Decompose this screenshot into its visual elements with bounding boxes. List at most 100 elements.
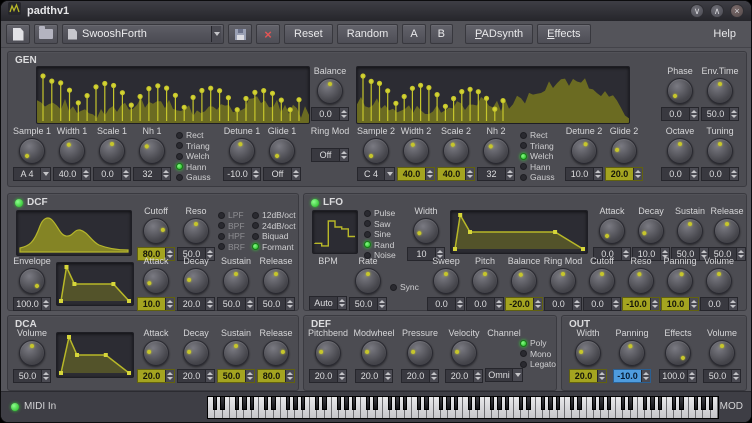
spin-arrows-icon[interactable] xyxy=(650,298,659,310)
spin-arrows-icon[interactable] xyxy=(205,370,214,382)
piano-black-key[interactable] xyxy=(658,397,662,410)
value-spinbox[interactable]: 0.0 xyxy=(311,107,349,121)
piano-black-key[interactable] xyxy=(519,397,523,410)
delete-preset-button[interactable]: × xyxy=(256,24,280,44)
spin-arrows-icon[interactable] xyxy=(41,370,50,382)
spin-arrows-icon[interactable] xyxy=(165,370,174,382)
knob-dial[interactable] xyxy=(315,340,341,366)
piano-black-key[interactable] xyxy=(322,397,326,410)
spin-arrows-icon[interactable] xyxy=(455,298,464,310)
piano-black-key[interactable] xyxy=(679,397,683,410)
value-spinbox[interactable]: 50.0 xyxy=(257,297,295,311)
knob-dial[interactable] xyxy=(443,138,469,164)
value-spinbox[interactable]: 50.0 xyxy=(13,369,51,383)
value-spinbox[interactable]: 0.0 xyxy=(544,297,582,311)
knob-dial[interactable] xyxy=(363,138,389,164)
spin-arrows-icon[interactable] xyxy=(337,297,346,309)
random-button[interactable]: Random xyxy=(337,24,399,44)
spin-arrows-icon[interactable] xyxy=(161,168,170,180)
piano-black-key[interactable] xyxy=(373,397,377,410)
value-spinbox[interactable]: 10.0 xyxy=(137,297,175,311)
save-preset-button[interactable] xyxy=(228,24,252,44)
value-spinbox[interactable]: 0.0 xyxy=(583,297,621,311)
knob-dial[interactable] xyxy=(619,340,645,366)
piano-black-key[interactable] xyxy=(701,397,705,410)
value-spinbox[interactable]: Auto xyxy=(309,296,347,310)
reset-button[interactable]: Reset xyxy=(284,24,333,44)
radio-sine[interactable]: Sine xyxy=(364,229,396,240)
value-spinbox[interactable]: 20.0 xyxy=(137,369,175,383)
new-preset-button[interactable] xyxy=(6,24,30,44)
knob-dial[interactable] xyxy=(571,138,597,164)
knob-dial[interactable] xyxy=(714,218,740,244)
piano-black-key[interactable] xyxy=(454,397,458,410)
knob-dial[interactable] xyxy=(665,340,691,366)
radio-12db-oct[interactable]: 12dB/oct xyxy=(252,210,296,221)
radio-pulse[interactable]: Pulse xyxy=(364,208,396,219)
knob-dial[interactable] xyxy=(263,268,289,294)
knob-dial[interactable] xyxy=(223,268,249,294)
keyboard[interactable] xyxy=(207,396,719,419)
knob-dial[interactable] xyxy=(511,268,537,294)
spin-arrows-icon[interactable] xyxy=(641,370,650,382)
value-spinbox[interactable]: 100.0 xyxy=(659,369,697,383)
radio-hann[interactable]: Hann xyxy=(176,162,211,173)
spin-arrows-icon[interactable] xyxy=(731,370,740,382)
preset-combo[interactable]: SwooshForth xyxy=(62,24,224,44)
spin-arrows-icon[interactable] xyxy=(689,168,698,180)
piano-black-key[interactable] xyxy=(286,397,290,410)
spin-arrows-icon[interactable] xyxy=(245,370,254,382)
piano-black-key[interactable] xyxy=(548,397,552,410)
spin-arrows-icon[interactable] xyxy=(465,168,474,180)
value-spinbox[interactable]: 50.0 xyxy=(217,297,255,311)
piano-black-key[interactable] xyxy=(650,397,654,410)
spin-arrows-icon[interactable] xyxy=(429,370,438,382)
spin-arrows-icon[interactable] xyxy=(593,168,602,180)
spin-arrows-icon[interactable] xyxy=(533,298,542,310)
spin-arrows-icon[interactable] xyxy=(285,298,294,310)
piano-black-key[interactable] xyxy=(417,397,421,410)
piano-black-key[interactable] xyxy=(235,397,239,410)
spin-arrows-icon[interactable] xyxy=(425,168,434,180)
dcf-filter-display[interactable] xyxy=(16,210,132,256)
knob-dial[interactable] xyxy=(628,268,654,294)
knob-dial[interactable] xyxy=(361,340,387,366)
knob-dial[interactable] xyxy=(709,340,735,366)
dca-adsr-display[interactable] xyxy=(56,332,134,378)
radio-rect[interactable]: Rect xyxy=(520,130,555,141)
knob-dial[interactable] xyxy=(407,340,433,366)
value-spinbox[interactable]: 0.0 xyxy=(701,167,739,181)
piano-black-key[interactable] xyxy=(250,397,254,410)
spin-arrows-icon[interactable] xyxy=(205,298,214,310)
spin-arrows-icon[interactable] xyxy=(494,298,503,310)
value-spinbox[interactable]: -10.0 xyxy=(622,297,660,311)
value-spinbox[interactable]: 20.0 xyxy=(309,369,347,383)
value-spinbox[interactable]: -10.0 xyxy=(223,167,261,181)
radio-gauss[interactable]: Gauss xyxy=(520,172,555,183)
value-spinbox[interactable]: 0.0 xyxy=(427,297,465,311)
close-button[interactable]: × xyxy=(730,4,744,18)
piano-black-key[interactable] xyxy=(621,397,625,410)
sample1-harmonics-display[interactable] xyxy=(36,66,310,124)
spin-arrows-icon[interactable] xyxy=(291,168,300,180)
radio-gauss[interactable]: Gauss xyxy=(176,172,211,183)
value-spinbox[interactable]: 10.0 xyxy=(565,167,603,181)
preset-b-button[interactable]: B xyxy=(430,24,453,44)
piano-black-key[interactable] xyxy=(301,397,305,410)
piano-black-key[interactable] xyxy=(395,397,399,410)
piano-black-key[interactable] xyxy=(541,397,545,410)
radio-bpf[interactable]: BPF xyxy=(218,221,245,232)
value-spinbox[interactable]: 20.0 xyxy=(177,369,215,383)
knob-dial[interactable] xyxy=(667,268,693,294)
radio-welch[interactable]: Welch xyxy=(520,151,555,162)
radio-welch[interactable]: Welch xyxy=(176,151,211,162)
lfo-adsr-display[interactable] xyxy=(450,210,588,254)
knob-dial[interactable] xyxy=(19,138,45,164)
value-spinbox[interactable]: -20.0 xyxy=(505,297,543,311)
knob-dial[interactable] xyxy=(183,268,209,294)
spin-arrows-icon[interactable] xyxy=(81,168,90,180)
piano-black-key[interactable] xyxy=(264,397,268,410)
piano-black-key[interactable] xyxy=(694,397,698,410)
spin-arrows-icon[interactable] xyxy=(611,298,620,310)
sample2-harmonics-display[interactable] xyxy=(356,66,630,124)
